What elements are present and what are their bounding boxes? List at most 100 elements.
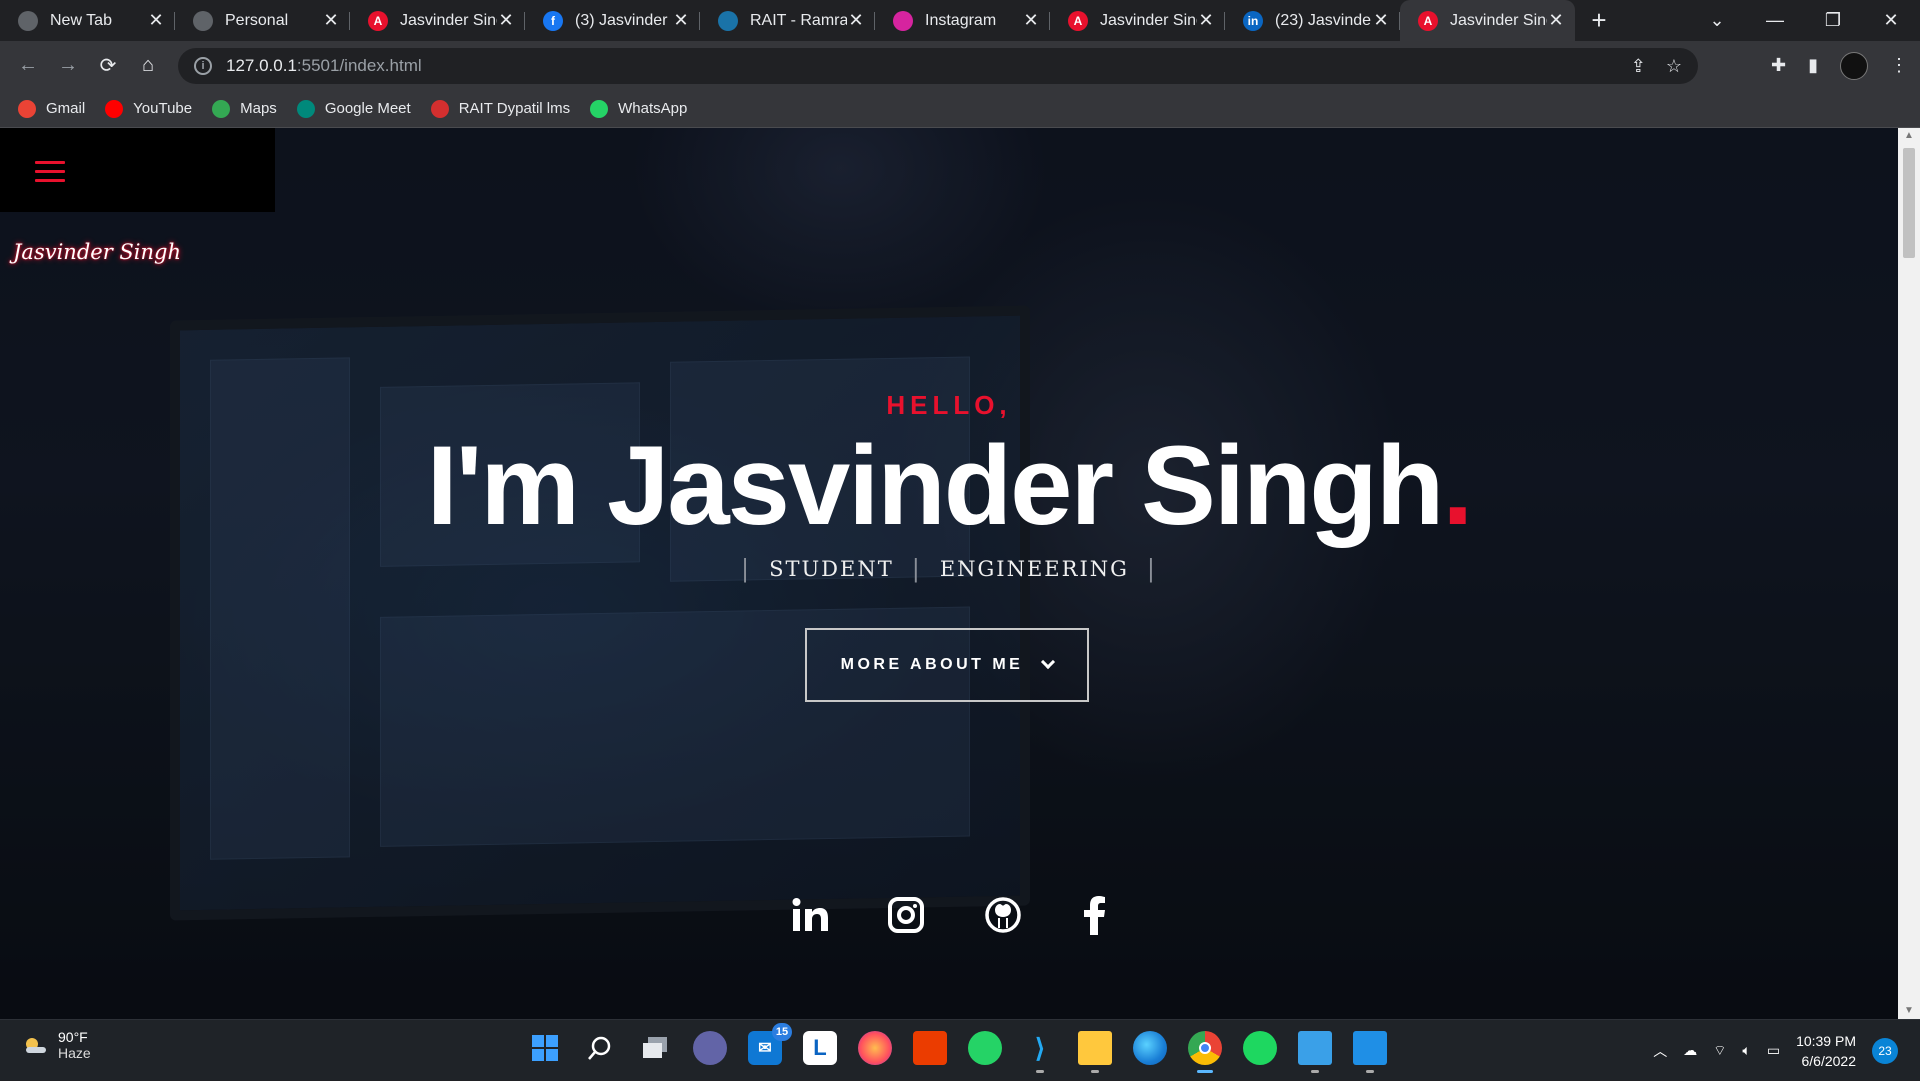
browser-tab[interactable]: in (23) Jasvinder ✕ [1225, 0, 1400, 41]
bookmark-label: YouTube [133, 100, 193, 117]
role-engineering: ENGINEERING [939, 557, 1129, 581]
address-bar[interactable]: i 127.0.0.1:5501/index.html ⇪ ☆ [178, 48, 1698, 84]
bookmark-item[interactable]: Gmail [18, 99, 85, 118]
side-panel-icon[interactable]: ▮ [1808, 55, 1818, 76]
bookmark-item[interactable]: RAIT Dypatil lms [430, 99, 571, 118]
instagram-icon[interactable] [884, 893, 928, 937]
linkedin-icon[interactable] [789, 893, 833, 937]
teams-chat-icon[interactable] [693, 1031, 727, 1065]
file-explorer-icon[interactable] [1078, 1031, 1112, 1073]
browser-tab[interactable]: New Tab ✕ [0, 0, 175, 41]
tab-close-icon[interactable]: ✕ [672, 10, 690, 31]
restore-button[interactable]: ❐ [1804, 0, 1862, 41]
windows-taskbar: 90°F Haze ✉ 15 L ⟩ ︿ ☁ ⌔ 🔈︎ ▭ 10:39 PM 6/… [0, 1019, 1920, 1080]
google-icon [18, 99, 36, 118]
menu-kebab-icon[interactable]: ⋮ [1890, 55, 1908, 76]
hero-roles: | STUDENT | ENGINEERING | [0, 555, 1898, 583]
weather-haze-icon [26, 1038, 46, 1053]
home-button[interactable]: ⌂ [128, 46, 168, 86]
scrollbar-thumb[interactable] [1903, 148, 1915, 258]
minimize-button[interactable]: — [1746, 0, 1804, 41]
task-view-icon[interactable] [638, 1031, 672, 1065]
tab-close-icon[interactable]: ✕ [1197, 10, 1215, 31]
edge-icon[interactable] [1133, 1031, 1167, 1065]
tab-favicon-icon: A [1068, 10, 1088, 31]
mail-badge: 15 [772, 1023, 792, 1041]
scroll-up-icon[interactable]: ▲ [1898, 128, 1920, 144]
search-icon[interactable] [583, 1031, 617, 1065]
onedrive-icon[interactable]: ☁ [1683, 1042, 1697, 1059]
office-icon[interactable] [913, 1031, 947, 1065]
bookmark-label: Maps [240, 100, 277, 117]
start-icon[interactable] [528, 1031, 562, 1065]
tab-favicon-icon [893, 10, 913, 31]
whatsapp-icon [590, 99, 609, 118]
tab-search-icon[interactable]: ⌄ [1688, 0, 1746, 41]
role-divider: | [741, 555, 752, 583]
bookmarks-bar: Gmail YouTube Maps Google Meet RAIT Dypatil … [0, 90, 1920, 128]
more-about-me-button[interactable]: MORE ABOUT ME [805, 628, 1089, 702]
profile-avatar[interactable] [1840, 51, 1868, 80]
page-scrollbar[interactable]: ▲ ▼ [1898, 128, 1920, 1019]
browser-tab[interactable]: f (3) Jasvinder Singh✕ [525, 0, 700, 41]
chevron-up-icon[interactable]: ︿ [1653, 1041, 1667, 1061]
mail-icon[interactable]: ✉ 15 [748, 1023, 792, 1065]
tab-favicon-icon [18, 10, 38, 31]
tab-title: Jasvinder Singh [1100, 11, 1197, 29]
share-icon[interactable]: ⇪ [1631, 56, 1646, 77]
tab-title: New Tab [50, 11, 112, 29]
tab-close-icon[interactable]: ✕ [322, 10, 340, 31]
browser-tab[interactable]: A Jasvinder Singh✕ [1400, 0, 1575, 41]
close-window-button[interactable]: ✕ [1862, 0, 1920, 41]
tab-close-icon[interactable]: ✕ [1022, 10, 1040, 31]
firefox-icon[interactable] [858, 1031, 892, 1065]
github-icon[interactable] [981, 893, 1025, 937]
extensions-icon[interactable]: ✚ [1771, 55, 1786, 76]
site-info-icon[interactable]: i [194, 57, 212, 75]
tab-close-icon[interactable]: ✕ [497, 10, 515, 31]
browser-tab[interactable]: Instagram ✕ [875, 0, 1050, 41]
notification-badge[interactable]: 23 [1872, 1037, 1898, 1064]
tab-close-icon[interactable]: ✕ [1547, 10, 1565, 31]
battery-icon[interactable]: ▭ [1767, 1042, 1780, 1059]
tab-close-icon[interactable]: ✕ [1372, 10, 1390, 31]
tab-close-icon[interactable]: ✕ [847, 10, 865, 31]
wifi-icon[interactable]: ⌔ [1713, 1042, 1726, 1060]
back-button[interactable]: ← [8, 46, 48, 86]
role-divider: | [1146, 555, 1157, 583]
bookmark-item[interactable]: Maps [212, 99, 277, 118]
clock-date: 6/6/2022 [1801, 1052, 1857, 1069]
spotify-icon[interactable] [1243, 1031, 1277, 1065]
bookmark-star-icon[interactable]: ☆ [1666, 56, 1682, 77]
tab-close-icon[interactable]: ✕ [147, 10, 165, 31]
tab-favicon-icon: A [1418, 10, 1438, 31]
chrome-icon[interactable] [1188, 1031, 1222, 1073]
bookmark-item[interactable]: YouTube [105, 99, 193, 118]
facebook-icon[interactable] [1072, 893, 1116, 937]
clock[interactable]: 10:39 PM 6/6/2022 [1796, 1031, 1856, 1071]
tab-title: Personal [225, 11, 289, 29]
forward-button[interactable]: → [48, 46, 88, 86]
url-text[interactable]: 127.0.0.1:5501/index.html [226, 56, 422, 76]
vscode-icon[interactable]: ⟩ [1023, 1031, 1057, 1073]
bookmark-item[interactable]: WhatsApp [590, 99, 687, 118]
browser-tab[interactable]: Personal ✕ [175, 0, 350, 41]
notepad-icon[interactable] [1298, 1031, 1332, 1073]
l-app-icon[interactable]: L [803, 1031, 837, 1065]
whatsapp-icon[interactable] [968, 1031, 1002, 1065]
weather-widget[interactable]: 90°F Haze [22, 1029, 91, 1061]
scroll-down-icon[interactable]: ▼ [1898, 1003, 1920, 1019]
volume-icon[interactable]: 🔈︎ [1742, 1042, 1750, 1059]
hero-name: I'm Jasvinder Singh [426, 423, 1445, 548]
browser-tab[interactable]: A Jasvinder Singh✕ [350, 0, 525, 41]
browser-tab[interactable]: A Jasvinder Singh✕ [1050, 0, 1225, 41]
browser-tab[interactable]: RAIT - Ramrao ✕ [700, 0, 875, 41]
bookmark-label: RAIT Dypatil lms [458, 100, 571, 117]
photos-icon[interactable] [1353, 1031, 1387, 1073]
hero-greeting: HELLO, [886, 390, 1012, 420]
new-tab-button[interactable]: + [1581, 0, 1617, 41]
reload-button[interactable]: ⟳ [88, 46, 128, 86]
bookmark-item[interactable]: Google Meet [296, 99, 411, 118]
more-about-me-label: MORE ABOUT ME [840, 656, 1024, 673]
tab-title: Instagram [925, 11, 997, 29]
